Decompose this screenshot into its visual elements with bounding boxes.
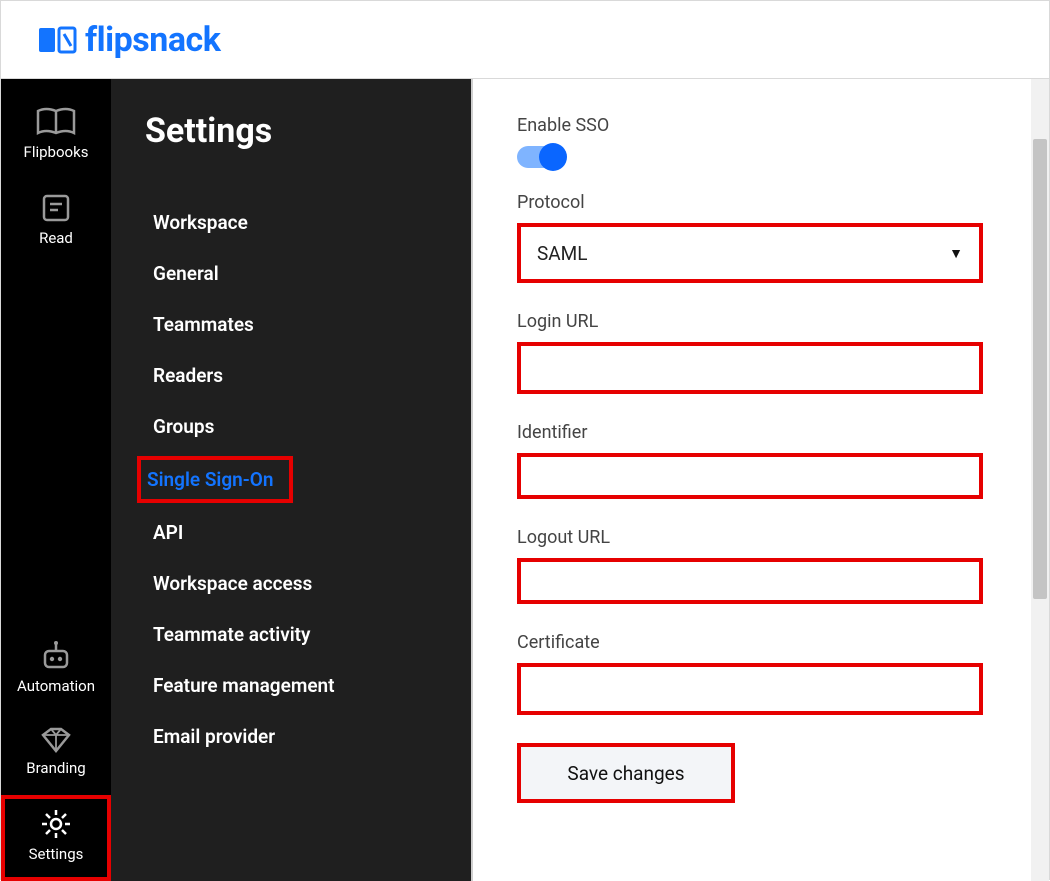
robot-icon bbox=[40, 641, 72, 671]
rail-item-branding[interactable]: Branding bbox=[1, 713, 111, 795]
gear-icon bbox=[41, 809, 71, 839]
nav-rail: Flipbooks Read Automation bbox=[1, 79, 111, 881]
settings-item-readers[interactable]: Readers bbox=[145, 350, 443, 401]
logout-url-label: Logout URL bbox=[517, 527, 1041, 548]
settings-panel: Settings Workspace General Teammates Rea… bbox=[111, 79, 471, 881]
certificate-input[interactable] bbox=[517, 663, 983, 715]
settings-item-groups[interactable]: Groups bbox=[145, 401, 443, 452]
enable-sso-toggle[interactable] bbox=[517, 146, 565, 168]
settings-item-feature-management[interactable]: Feature management bbox=[145, 660, 443, 711]
settings-item-email-provider[interactable]: Email provider bbox=[145, 711, 443, 762]
book-open-icon bbox=[36, 107, 76, 137]
read-icon bbox=[41, 193, 71, 223]
sso-form-area: Enable SSO Protocol SAML ▼ Login URL Ide… bbox=[471, 79, 1049, 881]
diamond-icon bbox=[39, 727, 73, 753]
certificate-label: Certificate bbox=[517, 632, 1041, 653]
settings-item-teammate-activity[interactable]: Teammate activity bbox=[145, 609, 443, 660]
rail-label: Read bbox=[39, 229, 73, 247]
rail-item-flipbooks[interactable]: Flipbooks bbox=[1, 93, 111, 179]
protocol-select[interactable]: SAML ▼ bbox=[517, 223, 983, 283]
logout-url-input[interactable] bbox=[517, 558, 983, 604]
app-header: flipsnack bbox=[1, 1, 1049, 79]
enable-sso-label: Enable SSO bbox=[517, 115, 1041, 136]
toggle-knob bbox=[539, 143, 567, 171]
rail-item-automation[interactable]: Automation bbox=[1, 627, 111, 713]
protocol-label: Protocol bbox=[517, 192, 1041, 213]
brand-logo[interactable]: flipsnack bbox=[39, 20, 220, 60]
rail-item-settings[interactable]: Settings bbox=[1, 795, 111, 881]
chevron-down-icon: ▼ bbox=[949, 245, 963, 262]
settings-item-general[interactable]: General bbox=[145, 248, 443, 299]
rail-item-read[interactable]: Read bbox=[1, 179, 111, 265]
settings-item-workspace-access[interactable]: Workspace access bbox=[145, 558, 443, 609]
save-changes-button[interactable]: Save changes bbox=[517, 743, 735, 803]
settings-item-teammates[interactable]: Teammates bbox=[145, 299, 443, 350]
rail-label: Branding bbox=[26, 759, 85, 777]
login-url-input[interactable] bbox=[517, 342, 983, 394]
rail-label: Automation bbox=[17, 677, 95, 695]
flipsnack-logo-icon bbox=[39, 26, 77, 54]
settings-item-sso[interactable]: Single Sign-On bbox=[139, 458, 291, 501]
protocol-value: SAML bbox=[537, 242, 588, 265]
settings-item-api[interactable]: API bbox=[145, 507, 443, 558]
identifier-label: Identifier bbox=[517, 422, 1041, 443]
rail-label: Settings bbox=[29, 845, 84, 863]
settings-title: Settings bbox=[145, 111, 443, 151]
rail-label: Flipbooks bbox=[24, 143, 89, 161]
save-button-label: Save changes bbox=[567, 762, 684, 785]
identifier-input[interactable] bbox=[517, 453, 983, 499]
settings-item-workspace[interactable]: Workspace bbox=[145, 197, 443, 248]
login-url-label: Login URL bbox=[517, 311, 1041, 332]
brand-name: flipsnack bbox=[85, 20, 220, 60]
